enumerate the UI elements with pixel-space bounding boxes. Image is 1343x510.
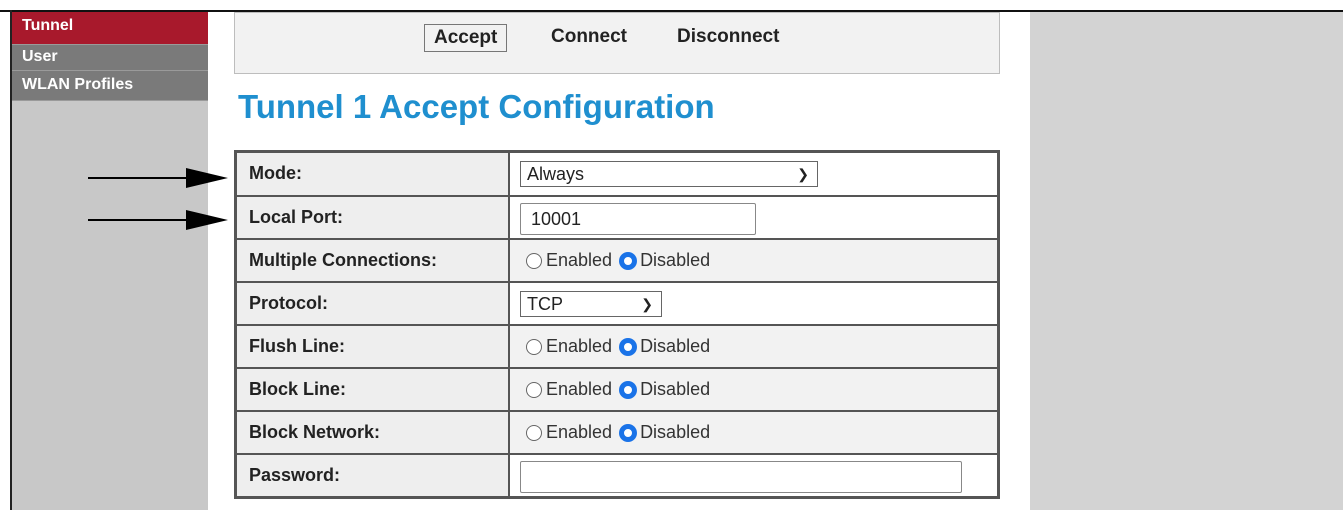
mode-select-value: Always: [527, 164, 585, 184]
row-local-port: Local Port: 10001: [237, 195, 997, 238]
row-password: Password:: [237, 453, 997, 496]
protocol-select-value: TCP: [527, 294, 563, 314]
local-port-label: Local Port:: [237, 197, 510, 238]
tab-accept[interactable]: Accept: [424, 24, 508, 52]
block-network-enabled-radio[interactable]: [526, 424, 542, 441]
block-network-radio-group: Enabled Disabled: [526, 422, 718, 443]
block-line-radio-group: Enabled Disabled: [526, 379, 718, 400]
flush-line-disabled-radio[interactable]: [620, 338, 637, 355]
radio-label-enabled: Enabled: [546, 250, 613, 270]
tab-bar: Accept Connect Disconnect: [234, 12, 1000, 74]
radio-label-disabled: Disabled: [640, 379, 711, 399]
password-input[interactable]: [520, 461, 962, 493]
radio-label-disabled: Disabled: [640, 422, 711, 442]
multiple-connections-label: Multiple Connections:: [237, 240, 510, 281]
block-line-enabled-radio[interactable]: [526, 381, 542, 398]
chevron-down-icon: ❯: [797, 166, 809, 182]
protocol-select[interactable]: TCP ❯: [520, 291, 662, 317]
row-protocol: Protocol: TCP ❯: [237, 281, 997, 324]
block-line-label: Block Line:: [237, 369, 510, 410]
row-block-line: Block Line: Enabled Disabled: [237, 367, 997, 410]
radio-label-disabled: Disabled: [640, 336, 711, 356]
row-multiple-connections: Multiple Connections: Enabled Disabled: [237, 238, 997, 281]
sidebar-item-wlan-profiles[interactable]: WLAN Profiles: [12, 71, 208, 101]
flush-line-enabled-radio[interactable]: [526, 338, 542, 355]
password-label: Password:: [237, 455, 510, 496]
flush-line-radio-group: Enabled Disabled: [526, 336, 718, 357]
sidebar-item-user[interactable]: User: [12, 45, 208, 71]
radio-label-enabled: Enabled: [546, 422, 613, 442]
tab-disconnect[interactable]: Disconnect: [677, 26, 779, 48]
tab-connect[interactable]: Connect: [551, 26, 627, 48]
config-table: Mode: Always ❯ Local Port: 10001 Multipl…: [234, 150, 1000, 499]
protocol-label: Protocol:: [237, 283, 510, 324]
row-mode: Mode: Always ❯: [237, 153, 997, 195]
block-network-label: Block Network:: [237, 412, 510, 453]
block-network-disabled-radio[interactable]: [620, 424, 637, 441]
multiple-connections-disabled-radio[interactable]: [620, 252, 637, 269]
radio-label-enabled: Enabled: [546, 336, 613, 356]
multiple-connections-radio-group: Enabled Disabled: [526, 250, 718, 271]
arrow-right-icon: [88, 168, 228, 188]
sidebar: Tunnel User WLAN Profiles: [12, 12, 208, 510]
row-block-network: Block Network: Enabled Disabled: [237, 410, 997, 453]
right-panel: [1030, 12, 1343, 510]
chevron-down-icon: ❯: [641, 296, 653, 312]
row-flush-line: Flush Line: Enabled Disabled: [237, 324, 997, 367]
radio-label-enabled: Enabled: [546, 379, 613, 399]
mode-label: Mode:: [237, 153, 510, 195]
mode-select[interactable]: Always ❯: [520, 161, 818, 187]
flush-line-label: Flush Line:: [237, 326, 510, 367]
page-title: Tunnel 1 Accept Configuration: [238, 88, 715, 125]
multiple-connections-enabled-radio[interactable]: [526, 252, 542, 269]
block-line-disabled-radio[interactable]: [620, 381, 637, 398]
radio-label-disabled: Disabled: [640, 250, 711, 270]
sidebar-item-tunnel[interactable]: Tunnel: [12, 12, 208, 45]
local-port-input[interactable]: 10001: [520, 203, 756, 235]
arrow-right-icon: [88, 210, 228, 230]
